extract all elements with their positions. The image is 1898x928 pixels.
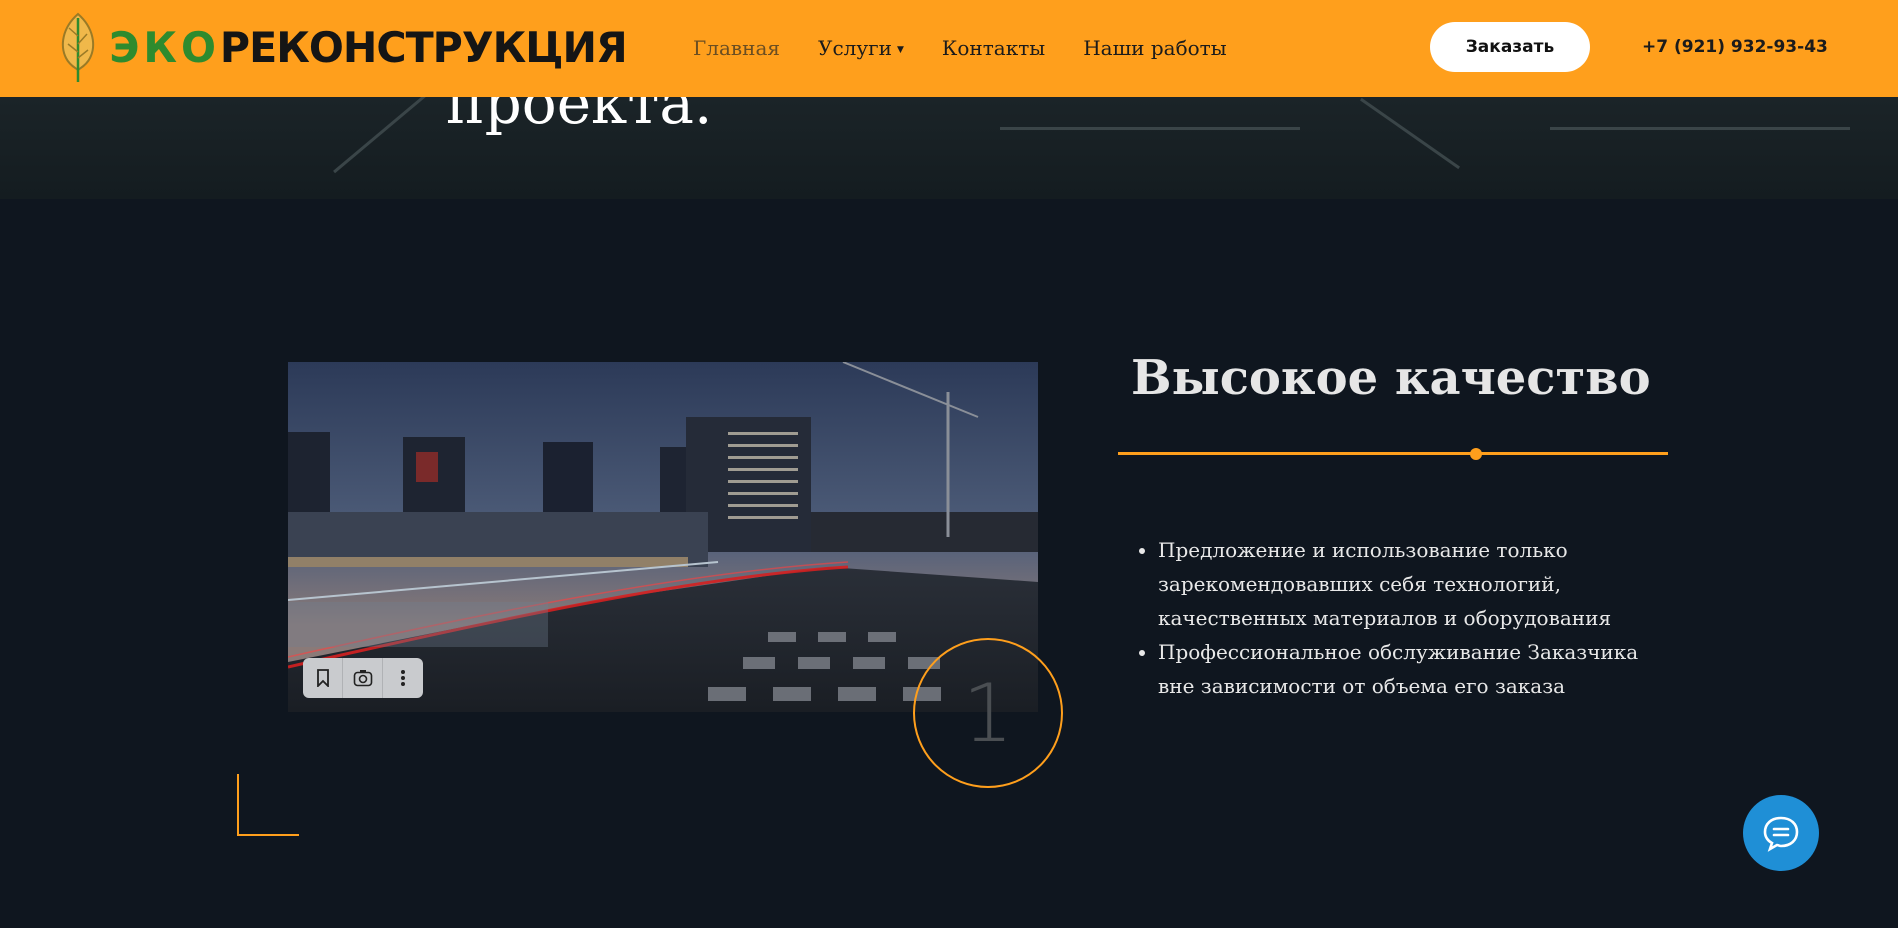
lens-icon[interactable]	[343, 658, 383, 698]
logo-eco: ЭКО	[109, 23, 220, 72]
order-button[interactable]: Заказать	[1430, 22, 1590, 72]
nav-item-services[interactable]: Услуги ▼	[818, 36, 904, 60]
hero-background: проекта.	[0, 97, 1898, 199]
main-nav: Главная Услуги ▼ Контакты Наши работы	[693, 36, 1265, 60]
site-logo[interactable]: ЭКОРЕКОНСТРУКЦИЯ	[58, 12, 632, 84]
site-header: ЭКОРЕКОНСТРУКЦИЯ Главная Услуги ▼ Контакт…	[0, 0, 1898, 97]
bookmark-icon[interactable]	[303, 658, 343, 698]
nav-item-services-label: Услуги	[818, 36, 892, 60]
feature-list: Предложение и использование только зарек…	[1158, 533, 1678, 703]
hero-pipe-decor	[1550, 127, 1850, 130]
chat-button[interactable]	[1743, 795, 1819, 871]
phone-number[interactable]: +7 (921) 932-93-43	[1642, 37, 1828, 57]
nav-item-works[interactable]: Наши работы	[1083, 36, 1226, 60]
caret-down-icon: ▼	[896, 44, 904, 55]
logo-main: РЕКОНСТРУКЦИЯ	[219, 23, 628, 72]
nav-item-home[interactable]: Главная	[693, 36, 780, 60]
more-vertical-icon[interactable]	[383, 658, 423, 698]
feature-number: 1	[913, 638, 1063, 788]
list-item: Предложение и использование только зарек…	[1158, 533, 1678, 635]
hero-title: проекта.	[446, 97, 713, 137]
leaf-icon	[61, 12, 95, 82]
hero-pipe-decor	[1000, 127, 1300, 130]
corner-decoration	[237, 774, 299, 836]
list-item: Профессиональное обслуживание Заказчика …	[1158, 635, 1678, 703]
title-divider	[1118, 452, 1668, 455]
feature-title: Высокое качество	[1131, 350, 1651, 406]
chat-bubble-icon	[1763, 816, 1799, 852]
logo-text: ЭКОРЕКОНСТРУКЦИЯ	[109, 27, 627, 69]
divider-dot	[1470, 448, 1482, 460]
image-toolbar	[303, 658, 423, 698]
nav-item-contacts[interactable]: Контакты	[942, 36, 1045, 60]
hero-pipe-decor	[1359, 97, 1461, 170]
hero-pipe-decor	[333, 97, 427, 174]
